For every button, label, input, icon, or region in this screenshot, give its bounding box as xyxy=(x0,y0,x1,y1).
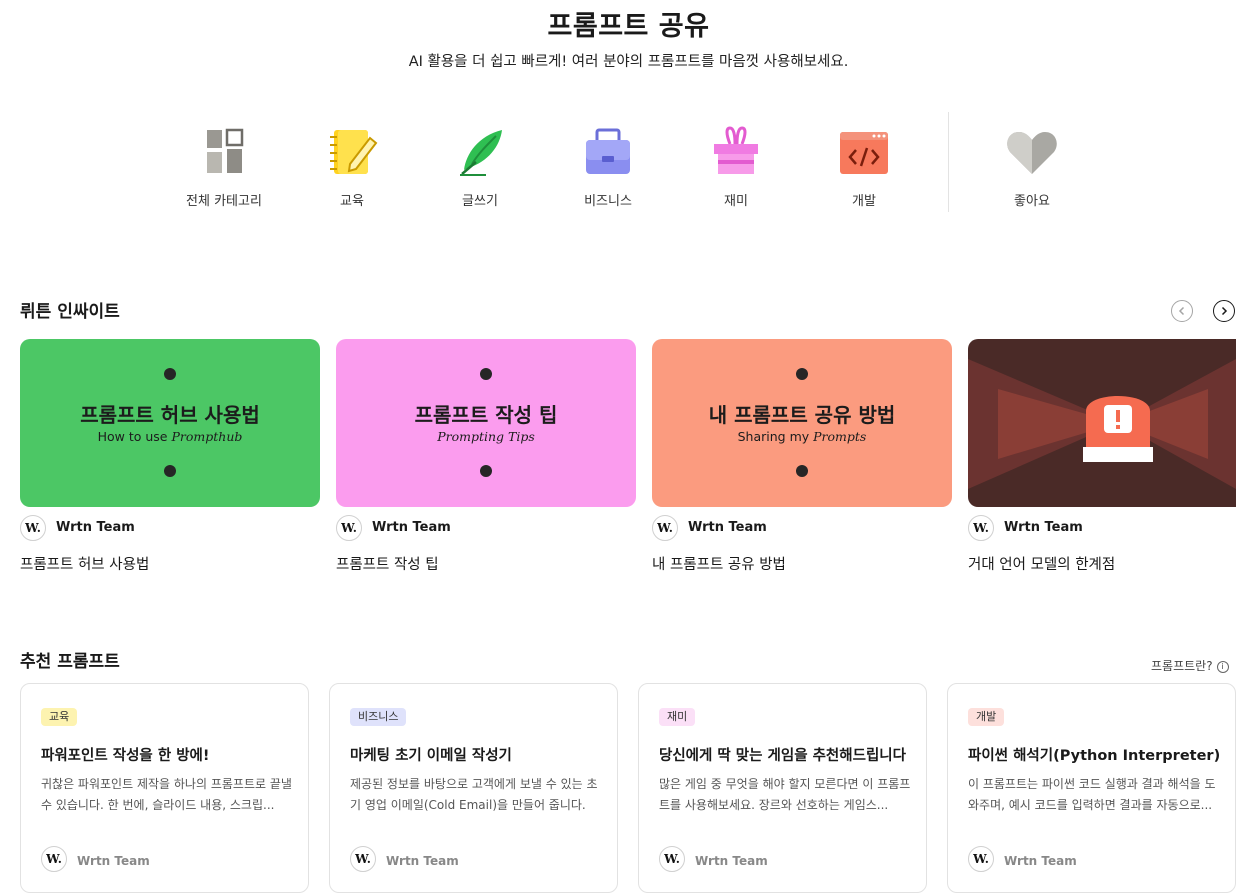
wrtn-logo-icon: W. xyxy=(659,846,685,872)
page-title: 프롬프트 공유 xyxy=(547,11,710,42)
card-author: W. Wrtn Team xyxy=(968,846,1218,874)
wrtn-logo-icon: W. xyxy=(336,515,362,541)
insight-card[interactable]: 프롬프트 허브 사용법 How to use Prompthub W. Wrtn… xyxy=(20,339,320,573)
prompt-card[interactable]: 비즈니스 마케팅 초기 이메일 작성기 제공된 정보를 바탕으로 고객에게 보낼… xyxy=(329,683,618,893)
thumbnail-title: 프롬프트 허브 사용법 xyxy=(80,403,260,427)
prompt-title: 파이썬 해석기(Python Interpreter) xyxy=(968,748,1221,764)
wrtn-logo-icon: W. xyxy=(968,515,994,541)
recommended-section-title: 추천 프롬프트 xyxy=(20,652,120,672)
author-name: Wrtn Team xyxy=(695,854,768,868)
prompt-description: 제공된 정보를 바탕으로 고객에게 보낼 수 있는 초기 영업 이메일(Cold… xyxy=(350,777,598,812)
insight-title: 거대 언어 모델의 한계점 xyxy=(968,557,1116,573)
prompt-description: 이 프롬프트는 파이썬 코드 실행과 결과 해석을 도와주며, 예시 코드를 입… xyxy=(968,777,1216,812)
category-bar: 전체 카테고리 교육 글쓰기 비즈니스 재미 개발 좋아요 xyxy=(160,112,1080,222)
thumbnail-dot xyxy=(164,368,176,380)
siren-alarm-icon xyxy=(968,359,1236,489)
category-badge: 개발 xyxy=(968,708,1005,726)
wrtn-logo-icon: W. xyxy=(41,846,67,872)
category-business[interactable]: 비즈니스 xyxy=(544,124,672,209)
prompt-card[interactable]: 개발 파이썬 해석기(Python Interpreter) 이 프롬프트는 파… xyxy=(947,683,1236,893)
thumbnail-dot xyxy=(796,465,808,477)
card-author: W. Wrtn Team xyxy=(336,515,636,543)
category-label: 개발 xyxy=(852,194,876,209)
wrtn-logo-icon: W. xyxy=(968,846,994,872)
category-education[interactable]: 교육 xyxy=(288,124,416,209)
category-badge: 재미 xyxy=(659,708,696,726)
thumbnail-subtitle: Prompting Tips xyxy=(437,429,535,444)
insight-title: 프롬프트 작성 팁 xyxy=(336,557,439,573)
prompt-description: 귀찮은 파워포인트 제작을 하나의 프롬프트로 끝낼 수 있습니다. 한 번에,… xyxy=(41,777,292,812)
gift-box-icon xyxy=(714,126,758,174)
author-name: Wrtn Team xyxy=(386,854,459,868)
category-dev[interactable]: 개발 xyxy=(800,124,928,209)
category-divider xyxy=(948,112,949,212)
category-label: 교육 xyxy=(340,194,364,209)
chevron-right-icon xyxy=(1221,306,1228,316)
category-label: 비즈니스 xyxy=(584,194,632,209)
insight-title: 내 프롬프트 공유 방법 xyxy=(652,557,786,573)
what-is-prompt-link[interactable]: 프롬프트란? i xyxy=(1151,657,1229,674)
thumbnail-title: 내 프롬프트 공유 방법 xyxy=(708,403,896,427)
author-name: Wrtn Team xyxy=(77,854,150,868)
grid-icon xyxy=(207,128,244,173)
prompt-title: 당신에게 딱 맞는 게임을 추천해드립니다 xyxy=(659,748,906,764)
author-name: Wrtn Team xyxy=(372,520,451,535)
quill-feather-icon xyxy=(460,130,502,176)
author-name: Wrtn Team xyxy=(688,520,767,535)
card-author: W. Wrtn Team xyxy=(41,846,291,874)
info-icon: i xyxy=(1216,661,1229,673)
card-author: W. Wrtn Team xyxy=(652,515,952,543)
insight-card[interactable]: 프롬프트 작성 팁 Prompting Tips W. Wrtn Team 프롬… xyxy=(336,339,636,573)
author-name: Wrtn Team xyxy=(1004,854,1077,868)
prompt-title: 마케팅 초기 이메일 작성기 xyxy=(350,748,512,764)
thumbnail-title: 프롬프트 작성 팁 xyxy=(414,403,558,427)
card-author: W. Wrtn Team xyxy=(659,846,909,874)
prompt-title: 파워포인트 작성을 한 방에! xyxy=(41,748,210,764)
category-label: 전체 카테고리 xyxy=(186,194,262,209)
category-writing[interactable]: 글쓰기 xyxy=(416,124,544,209)
insight-thumbnail xyxy=(968,339,1236,507)
prompt-description: 많은 게임 중 무엇을 해야 할지 모른다면 이 프롬프트를 사용해보세요. 장… xyxy=(659,777,911,812)
insight-thumbnail: 내 프롬프트 공유 방법 Sharing my Prompts xyxy=(652,339,952,507)
category-fun[interactable]: 재미 xyxy=(672,124,800,209)
prompt-card[interactable]: 교육 파워포인트 작성을 한 방에! 귀찮은 파워포인트 제작을 하나의 프롬프… xyxy=(20,683,309,893)
insight-card[interactable]: 내 프롬프트 공유 방법 Sharing my Prompts W. Wrtn … xyxy=(652,339,952,573)
insight-title: 프롬프트 허브 사용법 xyxy=(20,557,150,573)
briefcase-icon xyxy=(586,128,630,174)
card-author: W. Wrtn Team xyxy=(350,846,600,874)
code-window-icon xyxy=(840,132,888,174)
insight-thumbnail: 프롬프트 허브 사용법 How to use Prompthub xyxy=(20,339,320,507)
category-badge: 비즈니스 xyxy=(350,708,407,726)
thumbnail-subtitle: Sharing my Prompts xyxy=(737,429,867,444)
insight-card[interactable]: W. Wrtn Team 거대 언어 모델의 한계점 xyxy=(968,339,1236,573)
carousel-next-button[interactable] xyxy=(1213,300,1235,322)
category-label: 좋아요 xyxy=(1014,194,1050,209)
insights-section-title: 뤼튼 인싸이트 xyxy=(20,302,120,322)
prompt-card[interactable]: 재미 당신에게 딱 맞는 게임을 추천해드립니다 많은 게임 중 무엇을 해야 … xyxy=(638,683,927,893)
card-author: W. Wrtn Team xyxy=(968,515,1257,543)
category-likes[interactable]: 좋아요 xyxy=(968,124,1096,209)
thumbnail-dot xyxy=(796,368,808,380)
insight-thumbnail: 프롬프트 작성 팁 Prompting Tips xyxy=(336,339,636,507)
wrtn-logo-icon: W. xyxy=(652,515,678,541)
carousel-prev-button[interactable] xyxy=(1171,300,1193,322)
author-name: Wrtn Team xyxy=(56,520,135,535)
wrtn-logo-icon: W. xyxy=(350,846,376,872)
thumbnail-subtitle: How to use Prompthub xyxy=(97,429,243,444)
thumbnail-dot xyxy=(480,368,492,380)
card-author: W. Wrtn Team xyxy=(20,515,320,543)
category-label: 재미 xyxy=(724,194,748,209)
category-all[interactable]: 전체 카테고리 xyxy=(160,124,288,209)
page-subtitle: AI 활용을 더 쉽고 빠르게! 여러 분야의 프롬프트를 마음껏 사용해보세요… xyxy=(408,54,849,70)
category-badge: 교육 xyxy=(41,708,78,726)
chevron-left-icon xyxy=(1178,306,1185,316)
thumbnail-dot xyxy=(480,465,492,477)
heart-icon xyxy=(1007,132,1057,174)
notebook-pencil-icon xyxy=(330,130,378,174)
wrtn-logo-icon: W. xyxy=(20,515,46,541)
author-name: Wrtn Team xyxy=(1004,520,1083,535)
thumbnail-dot xyxy=(164,465,176,477)
category-label: 글쓰기 xyxy=(462,194,498,209)
